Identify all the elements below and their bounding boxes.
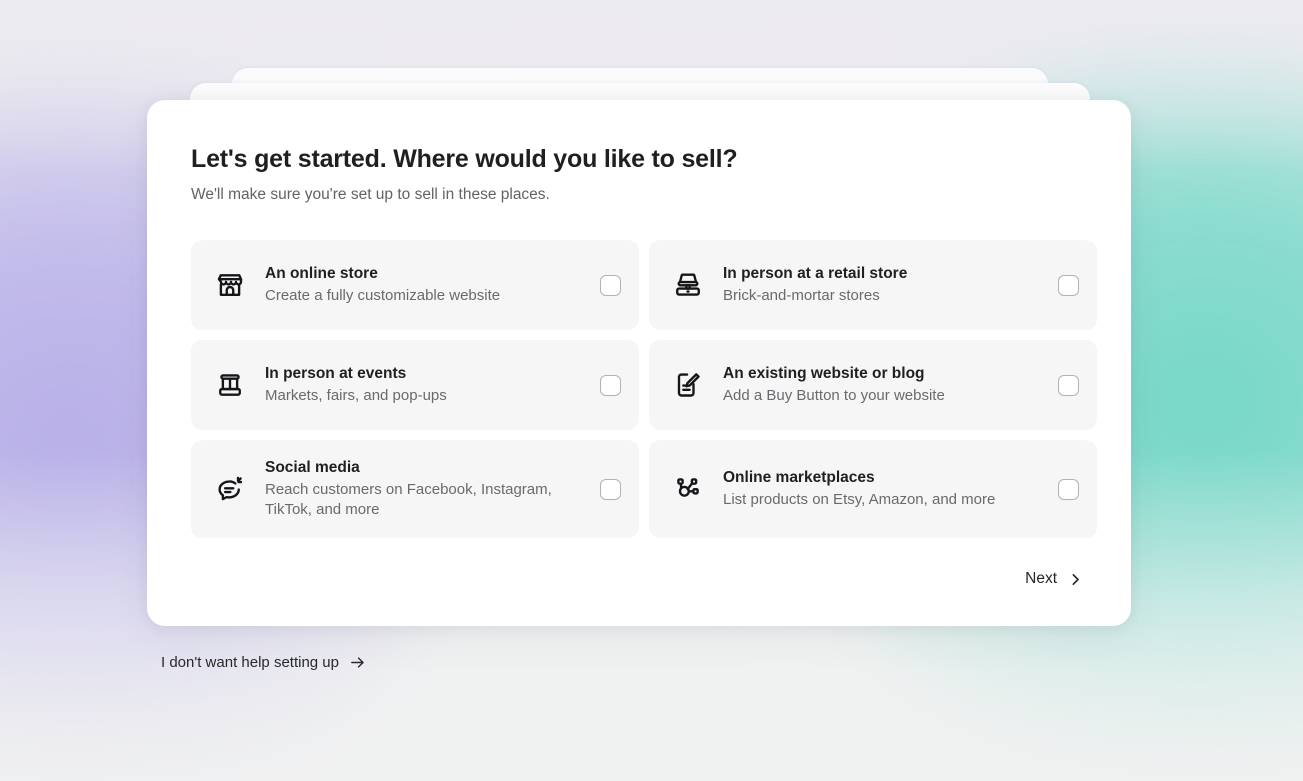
option-description: Reach customers on Facebook, Instagram, … xyxy=(265,481,552,519)
page-title: Let's get started. Where would you like … xyxy=(191,145,738,173)
option-card-online-marketplaces[interactable]: Online marketplaces List products on Ets… xyxy=(649,440,1097,539)
option-card-existing-website[interactable]: An existing website or blog Add a Buy Bu… xyxy=(649,340,1097,431)
pos-terminal-icon xyxy=(671,268,705,302)
option-card-events[interactable]: In person at events Markets, fairs, and … xyxy=(191,340,639,431)
option-title: In person at a retail store xyxy=(723,264,908,282)
option-title: In person at events xyxy=(265,364,407,382)
blog-edit-icon xyxy=(671,368,705,402)
option-card-retail-store[interactable]: In person at a retail store Brick-and-mo… xyxy=(649,240,1097,331)
option-text-online-store: An online store Create a fully customiza… xyxy=(265,264,600,306)
checkbox-online-store[interactable] xyxy=(600,274,621,296)
option-description: Add a Buy Button to your website xyxy=(723,387,945,405)
option-title: Online marketplaces xyxy=(723,468,875,486)
option-text-existing-website: An existing website or blog Add a Buy Bu… xyxy=(723,364,1058,406)
option-description: Brick-and-mortar stores xyxy=(723,287,880,305)
option-description: Create a fully customizable website xyxy=(265,287,501,305)
page-subtitle: We'll make sure you're set up to sell in… xyxy=(191,186,550,203)
skip-setup-label: I don't want help setting up xyxy=(161,654,339,671)
next-button[interactable]: Next xyxy=(1023,564,1085,594)
chevron-right-icon xyxy=(1068,572,1083,587)
option-title: An existing website or blog xyxy=(723,364,925,382)
option-description: List products on Etsy, Amazon, and more xyxy=(723,491,996,509)
option-text-online-marketplaces: Online marketplaces List products on Ets… xyxy=(723,468,1058,510)
option-title: Social media xyxy=(265,459,360,477)
checkbox-existing-website[interactable] xyxy=(1058,374,1079,396)
checkbox-retail-store[interactable] xyxy=(1058,274,1079,296)
skip-setup-link[interactable]: I don't want help setting up xyxy=(161,654,366,671)
option-title: An online store xyxy=(265,264,378,282)
network-hub-icon xyxy=(671,472,705,506)
option-card-social-media[interactable]: Social media Reach customers on Facebook… xyxy=(191,440,639,539)
checkbox-events[interactable] xyxy=(600,374,621,396)
option-card-online-store[interactable]: An online store Create a fully customiza… xyxy=(191,240,639,331)
next-button-label: Next xyxy=(1025,570,1057,588)
card-footer: Next xyxy=(191,564,1087,594)
arrow-right-icon xyxy=(349,654,366,671)
option-text-social-media: Social media Reach customers on Facebook… xyxy=(265,458,600,520)
chat-bubble-sparkle-icon xyxy=(213,472,247,506)
checkbox-social-media[interactable] xyxy=(600,478,621,500)
market-stall-icon xyxy=(213,368,247,402)
storefront-icon xyxy=(213,268,247,302)
sales-channel-options: An online store Create a fully customiza… xyxy=(191,240,1097,539)
option-description: Markets, fairs, and pop-ups xyxy=(265,387,447,405)
onboarding-card: Let's get started. Where would you like … xyxy=(147,100,1131,626)
option-text-events: In person at events Markets, fairs, and … xyxy=(265,364,600,406)
option-text-retail-store: In person at a retail store Brick-and-mo… xyxy=(723,264,1058,306)
checkbox-online-marketplaces[interactable] xyxy=(1058,478,1079,500)
